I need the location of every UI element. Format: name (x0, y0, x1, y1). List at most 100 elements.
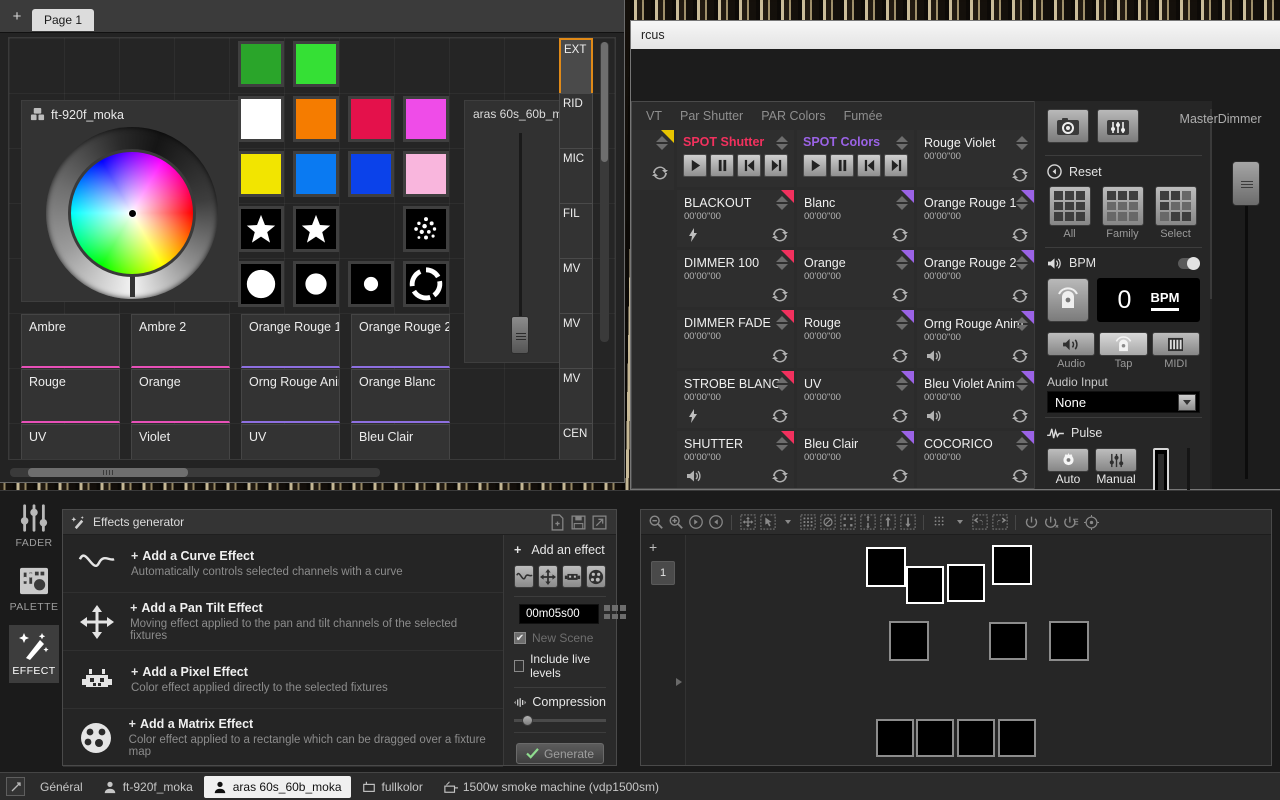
loop-icon[interactable] (772, 408, 788, 424)
preset-button[interactable]: UV (21, 424, 120, 459)
transport-play-button[interactable] (683, 154, 707, 177)
cue-spinner[interactable] (776, 316, 788, 331)
maptool-grid[interactable] (799, 514, 816, 531)
transport-prev-button[interactable] (737, 154, 761, 177)
taskbar-item[interactable]: Général (31, 776, 92, 798)
hue-disc[interactable] (68, 149, 196, 277)
include-live-levels-checkbox[interactable]: Include live levels (514, 652, 606, 680)
maptool-flip-v[interactable] (859, 514, 876, 531)
cue-item[interactable]: SHUTTER 00'00"00 (677, 430, 794, 488)
chevron-down-icon[interactable] (1178, 393, 1196, 411)
master-dimmer-track[interactable] (1245, 169, 1248, 479)
reset-option-family[interactable]: Family (1100, 186, 1145, 240)
maptool-zoom-out[interactable] (647, 514, 664, 531)
add-map-page-button[interactable]: + (641, 535, 685, 555)
transport-play-button[interactable] (803, 154, 827, 177)
cue-item[interactable]: Orange Rouge 1 00'00"00 (917, 190, 1034, 248)
swatch-white[interactable] (238, 96, 284, 142)
loop-icon[interactable] (772, 287, 788, 303)
swatch-green-light[interactable] (293, 41, 339, 87)
new-scene-checkbox[interactable]: ✔ New Scene (514, 631, 606, 645)
bpm-toggle[interactable] (1178, 256, 1200, 270)
group-tab-mic2[interactable]: MIC (559, 148, 593, 205)
maptool-zoom-fit[interactable] (707, 514, 724, 531)
maptool-caret-down[interactable] (951, 514, 968, 531)
palette-vertical-scrollbar[interactable] (600, 42, 609, 342)
fixture-map-canvas[interactable] (686, 535, 1271, 765)
loop-icon[interactable] (652, 165, 668, 181)
taskbar-item[interactable]: ft-920f_moka (94, 776, 202, 798)
time-stepper[interactable] (604, 604, 628, 624)
group-tab-fil3[interactable]: FIL (559, 203, 593, 260)
cue-item[interactable]: UV 00'00"00 (797, 370, 914, 428)
cue-item[interactable]: Orng Rouge Anim 00'00"00 (917, 310, 1034, 368)
cue-spinner[interactable] (1016, 196, 1028, 211)
swatch-orange[interactable] (293, 96, 339, 142)
transport-pause-button[interactable] (830, 154, 854, 177)
cue-tab-fumée[interactable]: Fumée (844, 109, 883, 123)
cue-tab-par-colors[interactable]: PAR Colors (761, 109, 825, 123)
transport-next-button[interactable] (884, 154, 908, 177)
taskbar-item[interactable]: aras 60s_60b_moka (203, 775, 351, 798)
map-fixture[interactable] (957, 719, 995, 757)
generate-button[interactable]: Generate (516, 743, 604, 764)
fader-widget[interactable]: aras 60s_60b_moka (464, 100, 574, 363)
maptool-power-half[interactable] (1043, 514, 1060, 531)
cue-spinner[interactable] (776, 436, 788, 451)
maptool-redo[interactable] (991, 514, 1008, 531)
cue-item[interactable]: COCORICO 00'00"00 (917, 430, 1034, 489)
gobo-star[interactable] (238, 206, 284, 252)
rail-palette[interactable]: PALETTE (9, 561, 59, 619)
gobo-dots[interactable] (403, 206, 449, 252)
swatch-yellow[interactable] (238, 151, 284, 197)
gobo-ring[interactable] (403, 261, 449, 307)
cue-spinner[interactable] (896, 256, 908, 271)
palette-grid[interactable]: ft-920f_moka Ambre Ambre 2 Orange Rouge 1 O… (8, 37, 616, 460)
preset-button[interactable]: Ambre (21, 314, 120, 368)
fader-knob[interactable] (511, 316, 529, 354)
reset-header[interactable]: Reset (1035, 160, 1212, 183)
preset-button[interactable]: Orng Rouge Anim (241, 369, 340, 423)
effect-row[interactable]: + Add a Pixel Effect Color effect applied … (63, 651, 503, 709)
preset-button[interactable]: UV (241, 424, 340, 459)
maptool-align-top[interactable] (879, 514, 896, 531)
maptool-no-grid[interactable] (819, 514, 836, 531)
loop-icon[interactable] (892, 348, 908, 364)
effect-row[interactable]: + Add a Pan Tilt Effect Moving effect appl… (63, 593, 503, 651)
cue-tab-vt[interactable]: VT (646, 109, 662, 123)
cue-tab-par-shutter[interactable]: Par Shutter (680, 109, 743, 123)
bpm-tap-button[interactable] (1047, 278, 1089, 322)
cue-item[interactable]: DIMMER 100 00'00"00 (677, 250, 794, 308)
swatch-crimson[interactable] (348, 96, 394, 142)
group-tab-cen7[interactable]: CEN (559, 423, 593, 459)
cue-spinner[interactable] (1016, 436, 1028, 451)
cue-spinner[interactable] (1016, 136, 1028, 150)
loop-icon[interactable] (1012, 288, 1028, 304)
group-tab-mv6[interactable]: MV (559, 368, 593, 425)
color-wheel[interactable] (46, 127, 218, 299)
app-icon[interactable] (6, 777, 25, 796)
expand-map-icon[interactable] (674, 675, 684, 692)
gobo-circle-sm[interactable] (348, 261, 394, 307)
save-icon[interactable] (570, 514, 587, 531)
effect-button-pixel[interactable] (562, 565, 582, 588)
preset-button[interactable]: Ambre 2 (131, 314, 230, 368)
loop-icon[interactable] (1012, 408, 1028, 424)
map-fixture[interactable] (866, 547, 906, 587)
cue-item[interactable]: Bleu Clair 00'00"00 (797, 430, 914, 488)
maptool-undo[interactable] (971, 514, 988, 531)
sound-icon[interactable] (685, 468, 701, 484)
swatch-pink[interactable] (403, 151, 449, 197)
loop-icon[interactable] (892, 408, 908, 424)
sound-icon[interactable] (925, 348, 941, 364)
preset-button[interactable]: Orange Rouge 2 (351, 314, 450, 368)
effect-button-curve[interactable] (514, 565, 534, 588)
page-tab-1[interactable]: Page 1 (32, 9, 95, 31)
cue-spinner[interactable] (896, 136, 908, 150)
bpm-mode-audio[interactable]: Audio (1047, 332, 1096, 370)
loop-icon[interactable] (892, 227, 908, 243)
maptool-select[interactable] (759, 514, 776, 531)
color-wheel-widget[interactable]: ft-920f_moka (21, 100, 239, 302)
maptool-matrix[interactable] (931, 514, 948, 531)
effect-row[interactable]: + Add a Curve Effect Automatically control… (63, 535, 503, 593)
